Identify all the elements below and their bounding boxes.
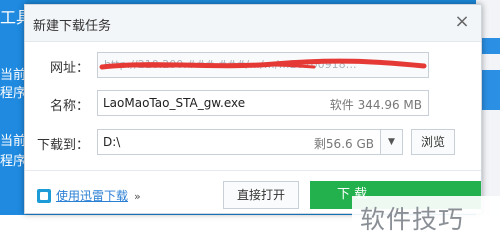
- background-app-panel: 工具 当前 程序 当前 程序: [0, 0, 26, 250]
- footer-divider: [25, 170, 481, 171]
- background-text: 程序: [0, 86, 26, 101]
- background-text: 当前: [0, 134, 26, 149]
- expand-chevron-icon[interactable]: »: [134, 190, 141, 203]
- background-block: [480, 38, 500, 54]
- background-text: 当前: [0, 68, 26, 83]
- browse-button[interactable]: 浏览: [411, 129, 455, 155]
- filename-value: LaoMaoTao_STA_gw.exe: [103, 96, 246, 110]
- background-block: [480, 70, 500, 110]
- url-field[interactable]: http://210.200.###.###/…/…/…20200918…: [97, 52, 429, 78]
- open-directly-button[interactable]: 直接打开: [223, 181, 299, 209]
- watermark-text: 软件技巧: [360, 205, 465, 234]
- redaction-scribble: [99, 58, 427, 70]
- file-size-info: 软件 344.96 MB: [329, 98, 422, 112]
- url-label: 网址：: [49, 61, 89, 76]
- close-icon[interactable]: ×: [453, 13, 471, 31]
- xunlei-link-text: 使用迅雷下载: [56, 189, 129, 203]
- dialog-titlebar: 新建下载任务 ×: [25, 5, 481, 42]
- use-xunlei-link[interactable]: 使用迅雷下载 »: [37, 187, 141, 205]
- background-text: 工具: [0, 8, 26, 27]
- watermark: 软件技巧: [352, 196, 500, 250]
- download-to-label: 下载到：: [37, 138, 90, 153]
- filename-field[interactable]: LaoMaoTao_STA_gw.exe 软件 344.96 MB: [97, 90, 429, 116]
- dialog-title: 新建下载任务: [33, 19, 112, 34]
- xunlei-icon: [37, 189, 51, 203]
- download-path-value: D:\: [103, 135, 121, 149]
- chevron-down-icon: ▼: [388, 137, 395, 147]
- background-text: 程序: [0, 154, 26, 169]
- download-path-field[interactable]: D:\ 剩56.6 GB: [97, 129, 381, 155]
- free-space-info: 剩56.6 GB: [313, 137, 374, 151]
- new-download-dialog: 新建下载任务 × 网址： http://210.200.###.###/…/…/…: [24, 4, 482, 214]
- path-dropdown-button[interactable]: ▼: [381, 129, 403, 155]
- filename-label: 名称：: [49, 99, 89, 114]
